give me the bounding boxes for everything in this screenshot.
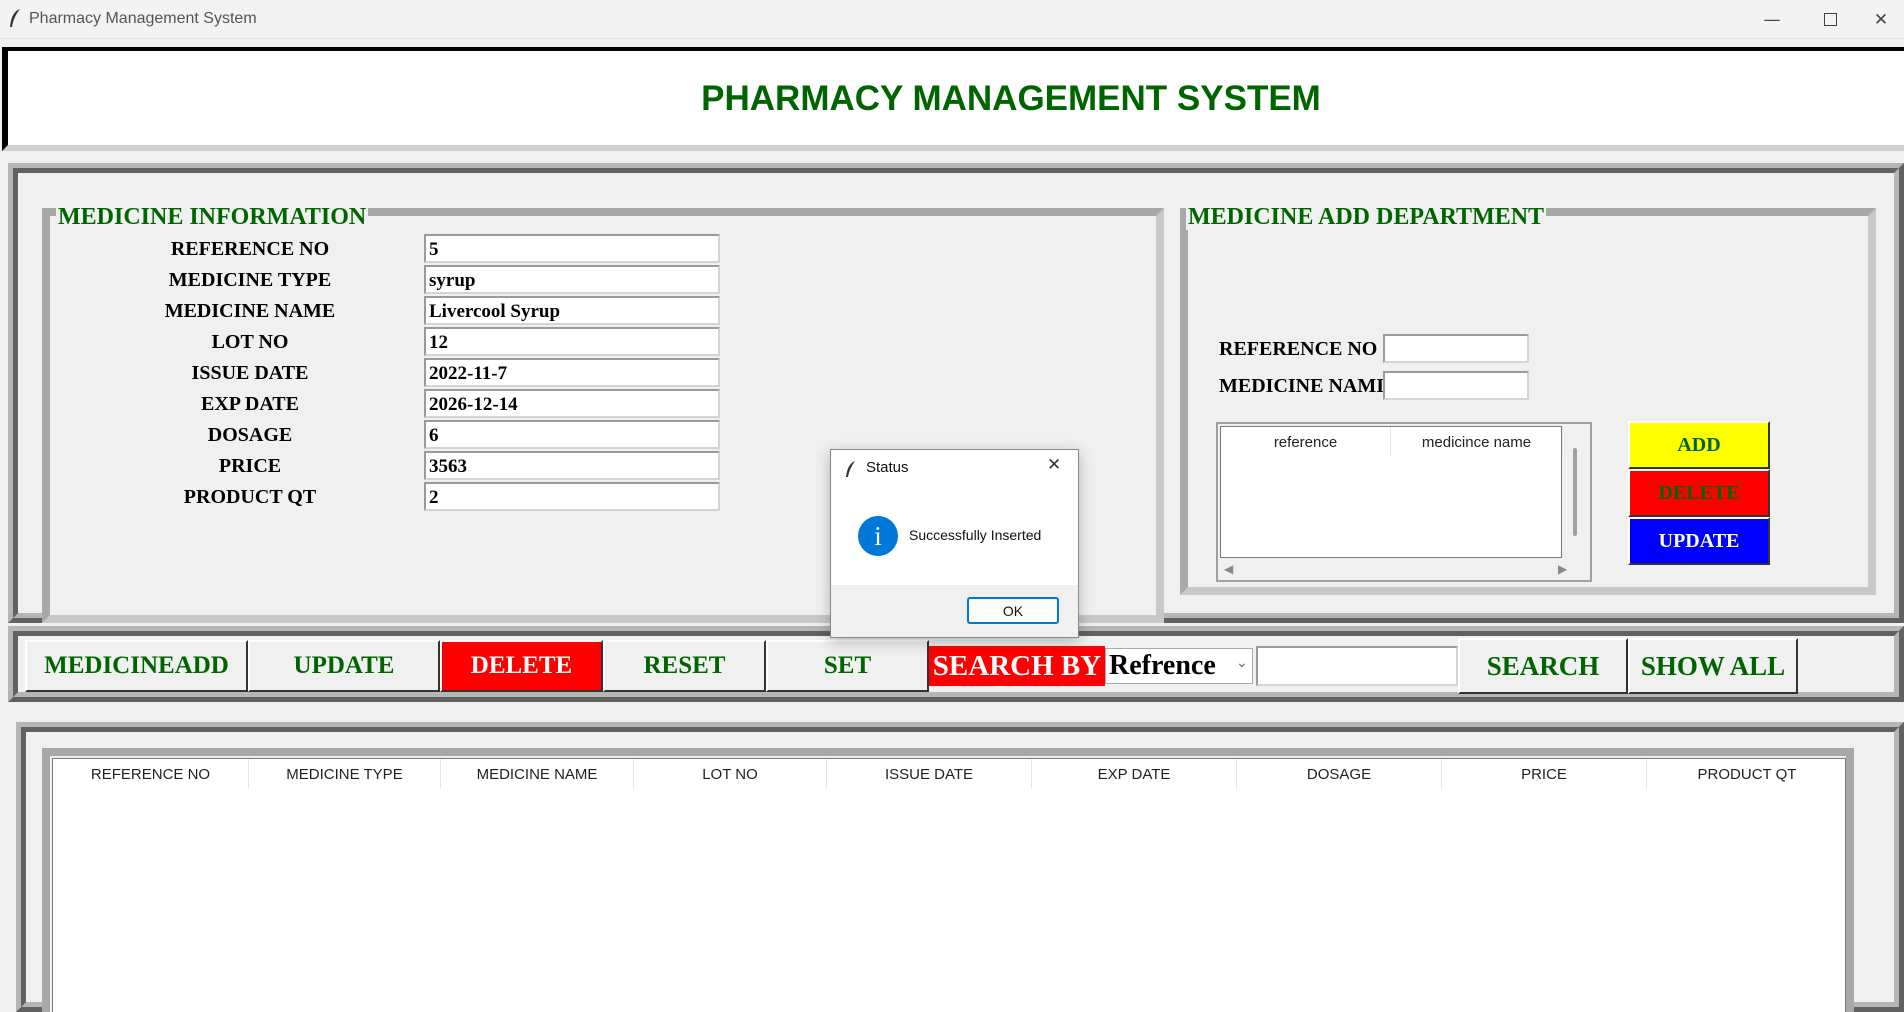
dialog-message: Successfully Inserted [909, 527, 1042, 543]
dept-medicine-name-input[interactable] [1383, 371, 1529, 400]
main-table-container: REFERENCE NO MEDICINE TYPE MEDICINE NAME… [42, 748, 1854, 1012]
scroll-left-icon[interactable]: ◀ [1224, 562, 1233, 577]
dialog-title: Status [866, 459, 909, 476]
price-label: PRICE [218, 455, 282, 477]
col-issue-date[interactable]: ISSUE DATE [827, 759, 1032, 789]
dept-delete-button[interactable]: DELETE [1628, 469, 1770, 517]
feather-icon [10, 9, 20, 27]
col-exp-date[interactable]: EXP DATE [1032, 759, 1237, 789]
issue-date-label: ISSUE DATE [191, 362, 309, 384]
horizontal-scrollbar[interactable]: ◀ ▶ [1220, 562, 1574, 580]
price-input[interactable]: 3563 [424, 451, 720, 480]
dialog-close-icon[interactable]: ✕ [1047, 455, 1061, 475]
issue-date-input[interactable]: 2022-11-7 [424, 358, 720, 387]
search-input[interactable] [1256, 646, 1458, 686]
col-price[interactable]: PRICE [1442, 759, 1647, 789]
exp-date-label: EXP DATE [201, 393, 299, 415]
maximize-button[interactable] [1807, 0, 1853, 39]
dept-add-button[interactable]: ADD [1628, 421, 1770, 469]
product-qt-input[interactable]: 2 [424, 482, 720, 511]
col-reference-no[interactable]: REFERENCE NO [53, 759, 249, 789]
reset-button[interactable]: RESET [603, 640, 766, 692]
search-by-selected: Refrence [1109, 650, 1216, 681]
show-all-button[interactable]: SHOW ALL [1628, 638, 1798, 694]
medicine-info-legend: MEDICINE INFORMATION [56, 204, 369, 230]
dept-table: reference medicince name ◀ ▶ [1216, 422, 1592, 582]
medicine-add-button[interactable]: MEDICINEADD [25, 640, 248, 692]
close-window-button[interactable]: ✕ [1858, 0, 1904, 39]
reference-no-input[interactable]: 5 [424, 234, 720, 263]
dept-col-medicine-name[interactable]: medicince name [1391, 427, 1563, 457]
window-title: Pharmacy Management System [29, 10, 257, 27]
minimize-icon: — [1763, 9, 1781, 30]
dept-col-reference[interactable]: reference [1221, 427, 1391, 457]
search-by-label: SEARCH BY [929, 646, 1105, 686]
medicine-name-label: MEDICINE NAME [164, 300, 336, 322]
search-button[interactable]: SEARCH [1458, 638, 1628, 694]
feather-icon [846, 461, 855, 477]
maximize-icon [1823, 13, 1837, 26]
delete-button[interactable]: DELETE [440, 640, 603, 692]
main-table: REFERENCE NO MEDICINE TYPE MEDICINE NAME… [52, 758, 1846, 1012]
exp-date-input[interactable]: 2026-12-14 [424, 389, 720, 418]
update-button[interactable]: UPDATE [248, 640, 440, 692]
search-by-dropdown[interactable]: Refrence ⌄ [1105, 648, 1253, 684]
reference-no-label: REFERENCE NO [170, 238, 330, 260]
vertical-scrollbar-thumb[interactable] [1573, 448, 1577, 536]
col-dosage[interactable]: DOSAGE [1237, 759, 1442, 789]
dept-update-button[interactable]: UPDATE [1628, 517, 1770, 565]
product-qt-label: PRODUCT QT [183, 486, 317, 508]
set-button[interactable]: SET [766, 640, 929, 692]
col-lot-no[interactable]: LOT NO [634, 759, 827, 789]
page-title: PHARMACY MANAGEMENT SYSTEM [701, 79, 1321, 118]
col-medicine-name[interactable]: MEDICINE NAME [441, 759, 634, 789]
minimize-button[interactable]: — [1749, 0, 1795, 39]
status-dialog: Status ✕ i Successfully Inserted OK [830, 449, 1079, 638]
dosage-label: DOSAGE [207, 424, 293, 446]
dept-reference-no-label: REFERENCE NO [1219, 338, 1378, 360]
header-banner: PHARMACY MANAGEMENT SYSTEM [2, 47, 1904, 151]
chevron-down-icon: ⌄ [1236, 655, 1248, 671]
window-titlebar: Pharmacy Management System — ✕ [0, 0, 1904, 39]
lot-no-input[interactable]: 12 [424, 327, 720, 356]
lot-no-label: LOT NO [211, 331, 289, 353]
dosage-input[interactable]: 6 [424, 420, 720, 449]
medicine-add-department-frame: MEDICINE ADD DEPARTMENT REFERENCE NO MED… [1180, 204, 1876, 595]
medicine-name-input[interactable]: Livercool Syrup [424, 296, 720, 325]
dept-reference-no-input[interactable] [1383, 334, 1529, 363]
col-medicine-type[interactable]: MEDICINE TYPE [249, 759, 441, 789]
dialog-footer: OK [831, 585, 1078, 637]
dept-table-body: reference medicince name [1220, 426, 1563, 558]
dept-medicine-name-label: MEDICINE NAMI [1219, 375, 1383, 397]
scroll-right-icon[interactable]: ▶ [1558, 562, 1567, 577]
medicine-type-input[interactable]: syrup [424, 265, 720, 294]
close-icon: ✕ [1873, 9, 1889, 30]
ok-button[interactable]: OK [967, 597, 1059, 624]
medicine-add-department-legend: MEDICINE ADD DEPARTMENT [1186, 204, 1547, 230]
medicine-type-label: MEDICINE TYPE [168, 269, 332, 291]
info-icon: i [858, 516, 898, 556]
col-product-qt[interactable]: PRODUCT QT [1647, 759, 1847, 789]
